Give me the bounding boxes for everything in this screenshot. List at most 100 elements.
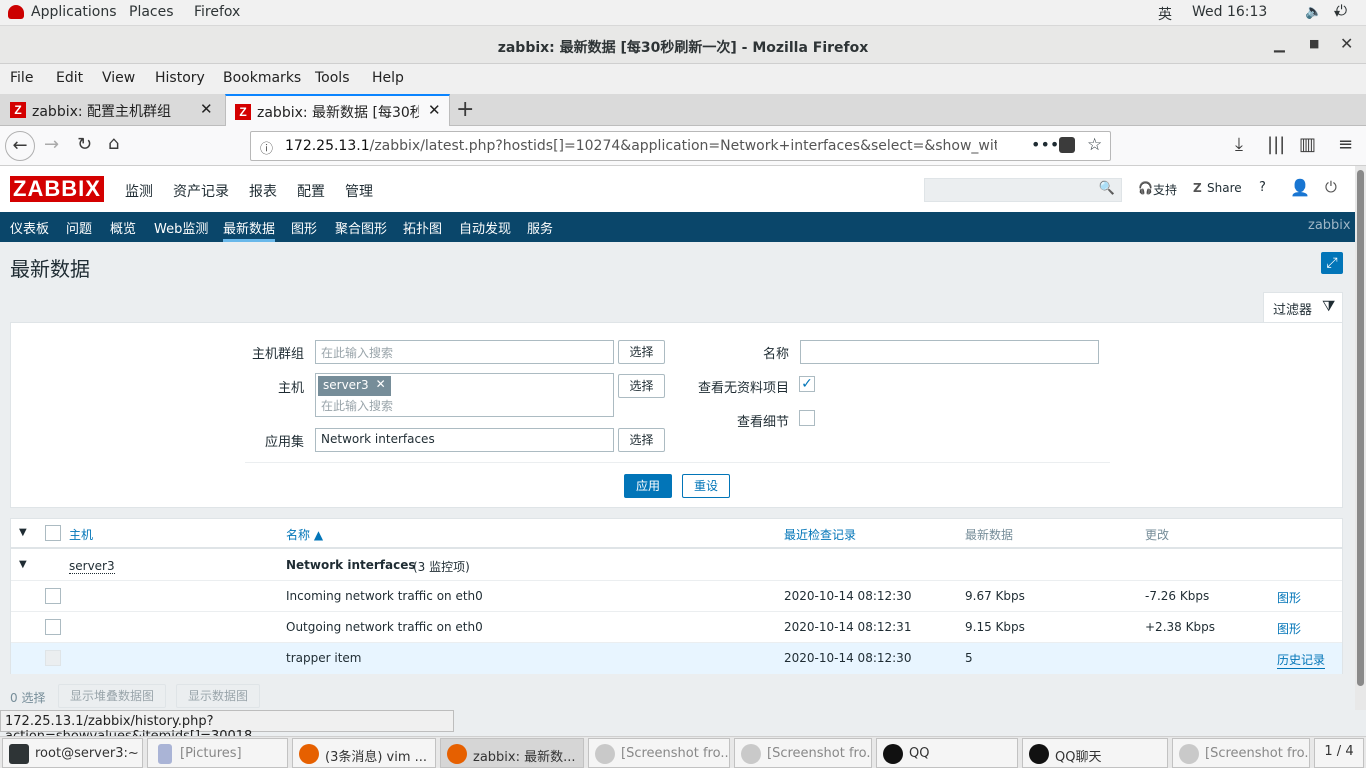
zabbix-logo[interactable]: ZABBIX [10, 176, 104, 202]
show-without-data-checkbox[interactable]: ✓ [799, 376, 815, 392]
application-input[interactable]: Network interfaces [315, 428, 614, 452]
menu-monitoring[interactable]: 监测 [125, 181, 153, 219]
taskbar-firefox-zabbix[interactable]: zabbix: 最新数... [440, 738, 584, 768]
tab-close-icon[interactable]: ✕ [200, 100, 213, 118]
maximize-icon[interactable]: ■ [1309, 38, 1319, 49]
input-method-indicator[interactable]: 英 [1158, 4, 1172, 24]
row-checkbox[interactable] [45, 650, 61, 666]
download-icon[interactable]: ⤓ [1235, 136, 1243, 154]
fullscreen-icon[interactable]: ⤢ [1321, 252, 1343, 274]
collapse-all-icon[interactable]: ▼ [19, 527, 27, 538]
header-name[interactable]: 名称 ▲ [286, 526, 323, 543]
applications-menu[interactable]: Applications [31, 4, 117, 20]
url-text[interactable]: 172.25.13.1/zabbix/latest.php?hostids[]=… [285, 138, 997, 154]
logout-icon[interactable]: ⏻ [1325, 178, 1337, 196]
menu-configuration[interactable]: 配置 [297, 181, 325, 201]
select-all-checkbox[interactable] [45, 525, 61, 541]
submenu-services[interactable]: 服务 [527, 218, 553, 237]
taskbar-firefox-vim[interactable]: (3条消息) vim ... [292, 738, 436, 768]
search-input[interactable]: 🔍 [924, 178, 1122, 202]
menu-view[interactable]: View [102, 70, 135, 86]
search-icon[interactable]: 🔍 [1099, 181, 1115, 196]
page-actions-icon[interactable]: ••• [1031, 135, 1059, 154]
graph-link[interactable]: 图形 [1277, 589, 1301, 606]
submenu-maps[interactable]: 拓扑图 [403, 218, 442, 237]
menu-file[interactable]: File [10, 70, 33, 86]
group-host[interactable]: server3 [69, 559, 115, 574]
taskbar-screenshot-2[interactable]: [Screenshot fro... [734, 738, 872, 768]
submenu-discovery[interactable]: 自动发现 [459, 218, 511, 237]
menu-bookmarks[interactable]: Bookmarks [223, 70, 301, 86]
new-tab-icon[interactable]: + [456, 99, 474, 121]
submenu-screens[interactable]: 聚合图形 [335, 218, 387, 237]
filter-tab[interactable]: 过滤器 ⧩ [1263, 292, 1343, 323]
taskbar-pictures[interactable]: [Pictures] [147, 738, 288, 768]
pocket-icon[interactable] [1059, 137, 1075, 153]
power-icon[interactable]: ⏻ [1336, 3, 1347, 19]
taskbar-terminal[interactable]: root@server3:~ [2, 738, 143, 768]
reset-button[interactable]: 重设 [682, 474, 730, 498]
tab-close-icon[interactable]: ✕ [428, 101, 441, 119]
stacked-graph-button[interactable]: 显示堆叠数据图 [58, 684, 166, 708]
hamburger-menu-icon[interactable]: ≡ [1338, 136, 1353, 154]
collapse-group-icon[interactable]: ▼ [19, 559, 27, 570]
hostgroup-input[interactable]: 在此输入搜索 [315, 340, 614, 364]
close-icon[interactable]: ✕ [1340, 36, 1353, 52]
menu-administration[interactable]: 管理 [345, 181, 373, 201]
clock[interactable]: Wed 16:13 [1192, 4, 1267, 20]
row-checkbox[interactable] [45, 588, 61, 604]
header-host[interactable]: 主机 [69, 526, 93, 543]
show-details-checkbox[interactable] [799, 410, 815, 426]
menu-help[interactable]: Help [372, 70, 404, 86]
apply-button[interactable]: 应用 [624, 474, 672, 498]
scrollbar-track[interactable] [1355, 166, 1366, 710]
bookmark-star-icon[interactable]: ☆ [1087, 135, 1102, 155]
menu-history[interactable]: History [155, 70, 205, 86]
menu-inventory[interactable]: 资产记录 [173, 181, 229, 201]
workspace-switcher[interactable]: 1 / 4 [1314, 738, 1364, 768]
submenu-dashboard[interactable]: 仪表板 [10, 218, 49, 237]
header-lastcheck[interactable]: 最近检查记录 [784, 526, 856, 543]
share-link[interactable]: Share [1207, 181, 1242, 195]
submenu-problems[interactable]: 问题 [66, 218, 92, 237]
taskbar-qq-chat[interactable]: QQ聊天 [1022, 738, 1168, 768]
info-icon[interactable]: ⓘ [260, 138, 273, 157]
application-select-button[interactable]: 选择 [618, 428, 665, 452]
host-select-button[interactable]: 选择 [618, 374, 665, 398]
menu-edit[interactable]: Edit [56, 70, 83, 86]
minimize-icon[interactable]: ▁ [1274, 38, 1285, 52]
library-icon[interactable]: ||| [1267, 136, 1285, 154]
submenu-latest-data[interactable]: 最新数据 [223, 218, 276, 242]
tab-config-hostgroups[interactable]: Z zabbix: 配置主机群组 ✕ [0, 94, 224, 126]
help-icon[interactable]: ? [1259, 180, 1266, 195]
taskbar-qq[interactable]: QQ [876, 738, 1018, 768]
graph-button[interactable]: 显示数据图 [176, 684, 260, 708]
home-icon[interactable]: ⌂ [108, 135, 119, 153]
places-menu[interactable]: Places [129, 4, 174, 20]
hostgroup-select-button[interactable]: 选择 [618, 340, 665, 364]
name-input[interactable] [800, 340, 1099, 364]
graph-link[interactable]: 图形 [1277, 620, 1301, 637]
history-link[interactable]: 历史记录 [1277, 651, 1326, 669]
remove-tag-icon[interactable]: ✕ [376, 377, 386, 391]
submenu-web[interactable]: Web监测 [154, 218, 208, 237]
user-profile-icon[interactable]: 👤 [1290, 178, 1310, 197]
scrollbar-thumb[interactable] [1357, 170, 1364, 686]
firefox-app-menu[interactable]: Firefox [194, 4, 240, 20]
submenu-overview[interactable]: 概览 [110, 218, 136, 237]
host-input[interactable]: server3 ✕ 在此输入搜索 [315, 373, 614, 417]
back-icon[interactable]: ← [5, 131, 35, 161]
volume-icon[interactable]: 🔈 [1305, 4, 1322, 20]
forward-icon[interactable]: → [44, 136, 59, 154]
reload-icon[interactable]: ↻ [77, 136, 92, 154]
tab-latest-data[interactable]: Z zabbix: 最新数据 [每30秒 ✕ [225, 94, 450, 127]
row-checkbox[interactable] [45, 619, 61, 635]
taskbar-screenshot-1[interactable]: [Screenshot fro... [588, 738, 730, 768]
taskbar-screenshot-3[interactable]: [Screenshot fro... [1172, 738, 1310, 768]
menu-reports[interactable]: 报表 [249, 181, 277, 201]
menu-tools[interactable]: Tools [315, 70, 350, 86]
url-bar[interactable]: ⓘ 172.25.13.1/zabbix/latest.php?hostids[… [250, 131, 1111, 161]
submenu-graphs[interactable]: 图形 [291, 218, 317, 237]
support-link[interactable]: 支持 [1153, 181, 1177, 198]
sidebar-icon[interactable]: ▥ [1299, 136, 1316, 154]
